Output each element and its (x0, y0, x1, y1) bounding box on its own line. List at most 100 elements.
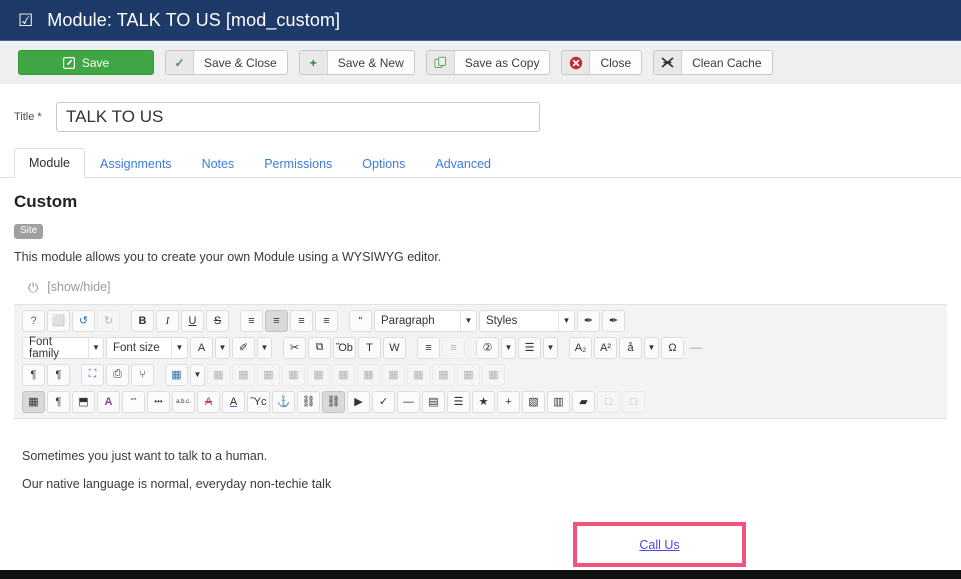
page-body: Title * Module Assignments Notes Permiss… (0, 84, 961, 567)
undo-icon[interactable]: ↺ (72, 309, 95, 332)
tab-notes[interactable]: Notes (187, 149, 250, 178)
styles-select-caret[interactable]: ▼ (558, 310, 574, 331)
paste-word-icon[interactable]: W (383, 336, 406, 359)
editor-content-area[interactable]: Sometimes you just want to talk to a hum… (14, 419, 947, 567)
anchor-icon[interactable]: ⚓ (272, 390, 295, 413)
insert-hr-icon[interactable]: — (397, 390, 420, 413)
insert-media-icon[interactable]: ▶ (347, 390, 370, 413)
italic-icon[interactable]: I (156, 309, 179, 332)
strikethrough-icon[interactable]: S (206, 309, 229, 332)
show-hide-toggle[interactable]: ⏻ [show/hide] (0, 264, 961, 294)
title-input[interactable] (56, 102, 540, 132)
save-as-copy-button[interactable]: Save as Copy (425, 50, 551, 75)
copy-icon[interactable]: ⧉ (308, 336, 331, 359)
bulleted-list-caret[interactable]: ▼ (543, 336, 558, 359)
insert-page-break-icon[interactable]: ⬒ (72, 390, 95, 413)
outdent-icon: ≡ (442, 336, 465, 359)
editor-toolbars: ? ⬜ ↺ ↻ B I U S ≡ ≡ ≡ ≡ “Paragraph ▼ Styles ▼ ✒ ✒ Font fam… (14, 305, 947, 419)
text-color-caret[interactable]: ▼ (215, 336, 230, 359)
superscript-icon[interactable]: A² (594, 336, 617, 359)
print-icon[interactable]: ⎙ (106, 363, 129, 386)
omega-symbol-icon[interactable]: Ω (661, 336, 684, 359)
insert-table-icon[interactable]: ▦ (165, 363, 188, 386)
unlink-icon[interactable]: ⛓ (297, 390, 320, 413)
call-us-link[interactable]: Call Us (639, 538, 679, 552)
new-document-icon[interactable]: ⬜ (47, 309, 70, 332)
smart-quotes-icon[interactable]: “” (122, 390, 145, 413)
insert-image-icon[interactable]: Ὓc (247, 390, 270, 413)
bold-icon[interactable]: B (131, 309, 154, 332)
styles-select-value: Styles (486, 314, 518, 327)
strike-red-icon[interactable]: A (197, 390, 220, 413)
special-char-caret[interactable]: ▼ (644, 336, 659, 359)
special-char-a-icon[interactable]: å (619, 336, 642, 359)
save-button[interactable]: Save (18, 50, 154, 75)
paste-icon[interactable]: Ὄb (333, 336, 356, 359)
readmore-icon[interactable]: ☰ (447, 390, 470, 413)
paragraph-format-select[interactable]: Paragraph ▼ (374, 309, 477, 332)
numbered-list-icon[interactable]: ② (476, 336, 499, 359)
horizontal-rule-icon[interactable]: — (686, 342, 706, 354)
save-and-close-button[interactable]: ✓ Save & Close (165, 50, 288, 75)
font-size-select-caret[interactable]: ▼ (171, 337, 187, 358)
rtl-direction-icon[interactable]: ¶ (47, 363, 70, 386)
tab-assignments[interactable]: Assignments (85, 149, 187, 178)
editor-paragraph-1: Sometimes you just want to talk to a hum… (22, 449, 268, 463)
save-and-new-button[interactable]: + Save & New (298, 50, 415, 75)
blockquote-icon[interactable]: “ (349, 309, 372, 332)
align-center-icon[interactable]: ≡ (265, 309, 288, 332)
subscript-icon[interactable]: A₂ (569, 336, 592, 359)
numbered-list-caret[interactable]: ▼ (501, 336, 516, 359)
indent-icon[interactable]: ≡ (417, 336, 440, 359)
save-as-copy-label: Save as Copy (454, 51, 550, 74)
insert-form-icon[interactable]: ▥ (547, 390, 570, 413)
fullscreen-icon[interactable]: ⛶ (81, 363, 104, 386)
close-button[interactable]: Close (561, 50, 643, 75)
styles-select[interactable]: Styles ▼ (479, 309, 575, 332)
spellcheck-aa-icon[interactable]: A (97, 390, 120, 413)
template-layout-icon[interactable]: ▤ (422, 390, 445, 413)
clean-cache-button[interactable]: Clean Cache (653, 50, 773, 75)
spellchecker-icon[interactable]: ✓ (372, 390, 395, 413)
highlight-color-caret[interactable]: ▼ (257, 336, 272, 359)
copy-icon (426, 51, 455, 74)
link-icon[interactable]: ⛓ (322, 390, 345, 413)
insert-table-caret[interactable]: ▼ (190, 363, 205, 386)
find-replace-icon[interactable]: ⑂ (131, 363, 154, 386)
paragraph-format-select-value: Paragraph (381, 314, 435, 327)
call-us-highlight-box: Call Us (573, 522, 746, 567)
remove-format-icon[interactable]: ✒ (577, 309, 600, 332)
table-grid-icon[interactable]: ▦ (22, 390, 45, 413)
insert-page-icon[interactable]: + (497, 390, 520, 413)
text-color-icon[interactable]: A (190, 336, 213, 359)
highlight-color-icon[interactable]: ✐ (232, 336, 255, 359)
nonbreaking-icon[interactable]: ••• (147, 390, 170, 413)
cut-icon[interactable]: ✂ (283, 336, 306, 359)
paragraph-format-select-caret[interactable]: ▼ (460, 310, 476, 331)
font-size-select[interactable]: Font size ▼ (106, 336, 188, 359)
insert-article-icon[interactable]: ★ (472, 390, 495, 413)
text-underline-blue-icon[interactable]: A (222, 390, 245, 413)
abbreviation-icon[interactable]: a.b.c. (172, 390, 195, 413)
checkbox-checked-icon[interactable]: ☑ (18, 12, 33, 29)
tab-module[interactable]: Module (14, 148, 85, 178)
editor-paragraph-2: Our native language is normal, everyday … (22, 477, 332, 491)
align-left-icon[interactable]: ≡ (240, 309, 263, 332)
bulleted-list-icon[interactable]: ☰ (518, 336, 541, 359)
insert-module-icon[interactable]: ▧ (522, 390, 545, 413)
tab-permissions[interactable]: Permissions (249, 149, 347, 178)
ltr-direction-icon[interactable]: ¶ (22, 363, 45, 386)
show-blocks-icon[interactable]: ¶ (47, 390, 70, 413)
help-icon[interactable]: ? (22, 309, 45, 332)
align-justify-icon[interactable]: ≡ (315, 309, 338, 332)
insert-blocks-icon[interactable]: ▰ (572, 390, 595, 413)
format-painter-icon[interactable]: ✒ (602, 309, 625, 332)
paste-text-icon[interactable]: T (358, 336, 381, 359)
tab-advanced[interactable]: Advanced (420, 149, 506, 178)
align-right-icon[interactable]: ≡ (290, 309, 313, 332)
underline-icon[interactable]: U (181, 309, 204, 332)
tab-options[interactable]: Options (347, 149, 420, 178)
delete-row-icon: ▦ (332, 363, 355, 386)
font-family-select[interactable]: Font family ▼ (22, 336, 104, 360)
font-family-select-caret[interactable]: ▼ (87, 337, 103, 358)
